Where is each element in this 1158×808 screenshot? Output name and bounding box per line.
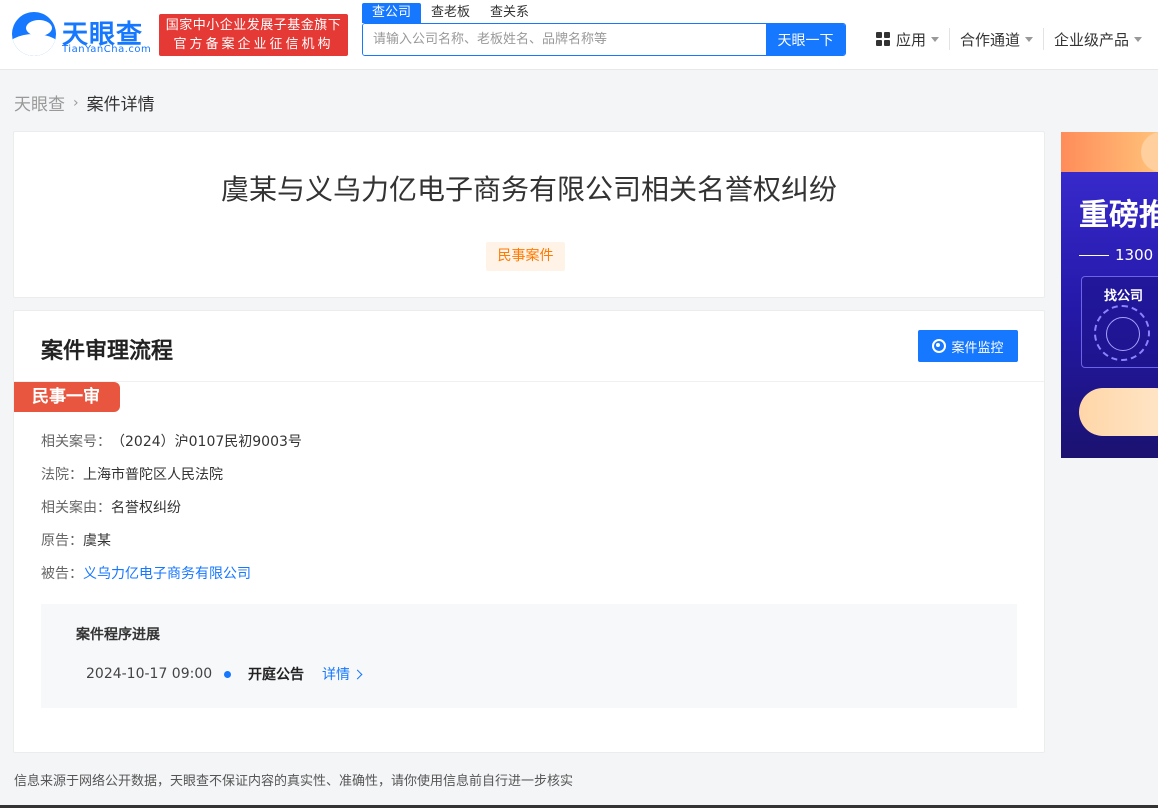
progress-detail-label: 详情 xyxy=(322,664,350,684)
case-title-card: 虞某与义乌力亿电子商务有限公司相关名誉权纠纷 民事案件 xyxy=(13,131,1045,298)
progress-item: 2024-10-17 09:00 开庭公告 详情 xyxy=(86,664,361,684)
stage-badge: 民事一审 xyxy=(14,382,120,412)
tab-relation[interactable]: 查关系 xyxy=(480,3,539,23)
ad-panel-label: 找公司 xyxy=(1104,285,1143,304)
caret-down-icon xyxy=(1025,37,1033,42)
nav-partners[interactable]: 合作通道 xyxy=(950,28,1044,50)
defendant-link[interactable]: 义乌力亿电子商务有限公司 xyxy=(83,563,251,596)
case-process-card: 案件审理流程 案件监控 民事一审 相关案号： （2024）沪0107民初9003… xyxy=(13,310,1045,753)
case-monitor-button[interactable]: 案件监控 xyxy=(918,330,1018,362)
ad-headline: 重磅推 xyxy=(1079,190,1158,234)
caret-down-icon xyxy=(931,37,939,42)
top-nav: 应用 合作通道 企业级产品 xyxy=(866,28,1152,50)
divider xyxy=(14,381,1044,382)
info-row-plaintiff: 原告： 虞某 xyxy=(41,530,302,563)
case-type-tag: 民事案件 xyxy=(486,242,565,271)
case-info-list: 相关案号： （2024）沪0107民初9003号 法院： 上海市普陀区人民法院 … xyxy=(41,431,302,596)
progress-event: 开庭公告 xyxy=(248,664,304,684)
breadcrumb: 天眼查 › 案件详情 xyxy=(14,90,155,115)
info-row-defendant: 被告： 义乌力亿电子商务有限公司 xyxy=(41,563,302,596)
caret-down-icon xyxy=(1134,37,1142,42)
top-header: 天眼查 TianYanCha.com 国家中小企业发展子基金旗下 官方备案企业征… xyxy=(0,0,1158,70)
plaintiff-name: 虞某 xyxy=(83,530,111,563)
logo-subtext: TianYanCha.com xyxy=(62,44,151,55)
logo[interactable]: 天眼查 TianYanCha.com xyxy=(12,12,152,58)
badge-line-2: 官方备案企业征信机构 xyxy=(165,35,342,54)
nav-enterprise-label: 企业级产品 xyxy=(1054,29,1129,50)
info-label: 相关案号： xyxy=(41,431,111,464)
search-tabs: 查公司 查老板 查关系 xyxy=(362,3,539,23)
ad-top-decoration xyxy=(1061,132,1158,172)
info-label: 原告： xyxy=(41,530,83,563)
court-name: 上海市普陀区人民法院 xyxy=(83,464,223,497)
ad-subline: 1300 xyxy=(1079,246,1153,264)
progress-title: 案件程序进展 xyxy=(76,624,160,644)
nav-apps[interactable]: 应用 xyxy=(866,28,950,50)
chevron-right-icon: › xyxy=(73,95,79,111)
search-input[interactable] xyxy=(363,24,766,55)
search-bar: 天眼一下 xyxy=(362,23,846,56)
disclaimer: 信息来源于网络公开数据，天眼查不保证内容的真实性、准确性，请你使用信息前自行进一… xyxy=(14,770,573,789)
page-title: 虞某与义乌力亿电子商务有限公司相关名誉权纠纷 xyxy=(14,168,1044,208)
nav-enterprise[interactable]: 企业级产品 xyxy=(1044,28,1152,50)
timeline-dot-icon xyxy=(224,671,231,678)
info-label: 相关案由： xyxy=(41,497,111,530)
case-number: （2024）沪0107民初9003号 xyxy=(111,431,302,464)
breadcrumb-home[interactable]: 天眼查 xyxy=(14,90,65,115)
info-row-cause: 相关案由： 名誉权纠纷 xyxy=(41,497,302,530)
tab-company[interactable]: 查公司 xyxy=(362,3,421,23)
progress-detail-link[interactable]: 详情 xyxy=(322,664,361,684)
info-row-court: 法院： 上海市普陀区人民法院 xyxy=(41,464,302,497)
camera-icon xyxy=(932,339,946,353)
nav-partners-label: 合作通道 xyxy=(960,29,1020,50)
ad-cta-button[interactable] xyxy=(1079,388,1158,436)
badge-line-1: 国家中小企业发展子基金旗下 xyxy=(165,16,342,35)
progress-date: 2024-10-17 09:00 xyxy=(86,666,224,682)
tab-boss[interactable]: 查老板 xyxy=(421,3,480,23)
info-label: 法院： xyxy=(41,464,83,497)
official-badge[interactable]: 国家中小企业发展子基金旗下 官方备案企业征信机构 xyxy=(159,14,348,56)
apps-grid-icon xyxy=(876,32,890,46)
info-label: 被告： xyxy=(41,563,83,596)
section-title: 案件审理流程 xyxy=(41,333,173,365)
logo-icon xyxy=(12,12,56,56)
case-monitor-label: 案件监控 xyxy=(951,337,1003,356)
info-row-case-no: 相关案号： （2024）沪0107民初9003号 xyxy=(41,431,302,464)
progress-box: 案件程序进展 2024-10-17 09:00 开庭公告 详情 xyxy=(41,604,1017,708)
search-button[interactable]: 天眼一下 xyxy=(766,24,845,55)
case-cause: 名誉权纠纷 xyxy=(111,497,181,530)
breadcrumb-current: 案件详情 xyxy=(87,90,155,115)
ad-banner[interactable]: 重磅推 1300 找公司 xyxy=(1061,132,1158,458)
globe-icon xyxy=(1094,305,1150,361)
chevron-right-icon xyxy=(353,669,363,679)
nav-apps-label: 应用 xyxy=(896,29,926,50)
ad-panel: 找公司 xyxy=(1081,276,1158,368)
